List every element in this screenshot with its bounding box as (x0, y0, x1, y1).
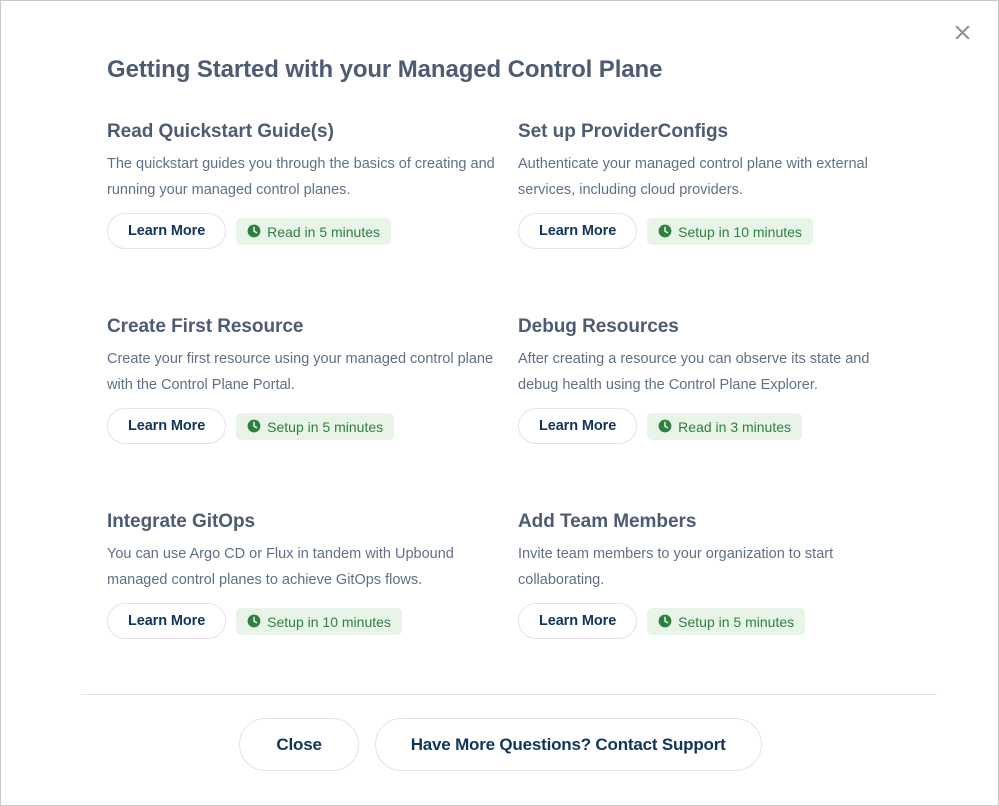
getting-started-modal: Getting Started with your Managed Contro… (0, 0, 999, 806)
card-actions: Learn More Setup in 10 minutes (107, 603, 500, 639)
card-actions: Learn More Read in 3 minutes (518, 408, 911, 444)
card-description: Invite team members to your organization… (518, 546, 834, 588)
card-actions: Learn More Read in 5 minutes (107, 213, 500, 249)
close-dialog-button[interactable] (948, 18, 976, 46)
clock-icon (247, 614, 261, 628)
clock-icon (247, 224, 261, 238)
dialog-footer: Close Have More Questions? Contact Suppo… (1, 718, 998, 771)
getting-started-card-grid: Read Quickstart Guide(s) The quickstart … (107, 119, 937, 704)
clock-icon (658, 224, 672, 238)
learn-more-button[interactable]: Learn More (518, 603, 638, 639)
card-description: After creating a resource you can observ… (518, 351, 870, 393)
card-actions: Learn More Setup in 5 minutes (107, 408, 500, 444)
duration-badge: Read in 5 minutes (236, 217, 392, 245)
page-title: Getting Started with your Managed Contro… (107, 56, 663, 83)
duration-badge: Setup in 10 minutes (647, 217, 813, 245)
getting-started-card: Read Quickstart Guide(s) The quickstart … (107, 119, 518, 314)
card-title: Integrate GitOps (107, 511, 256, 532)
close-x-icon (954, 24, 971, 41)
duration-badge: Setup in 5 minutes (236, 412, 395, 440)
card-description: Authenticate your managed control plane … (518, 156, 868, 198)
card-title: Set up ProviderConfigs (518, 121, 729, 142)
card-title: Debug Resources (518, 316, 679, 337)
duration-badge-label: Setup in 5 minutes (678, 613, 795, 630)
learn-more-button[interactable]: Learn More (518, 408, 638, 444)
duration-badge: Setup in 10 minutes (236, 607, 402, 635)
card-actions: Learn More Setup in 10 minutes (518, 213, 911, 249)
card-title: Add Team Members (518, 511, 697, 532)
getting-started-card: Add Team Members Invite team members to … (518, 509, 929, 704)
learn-more-button[interactable]: Learn More (518, 213, 638, 249)
duration-badge-label: Setup in 10 minutes (678, 223, 802, 240)
getting-started-card: Create First Resource Create your first … (107, 314, 518, 509)
duration-badge-label: Setup in 10 minutes (267, 613, 391, 630)
getting-started-card: Integrate GitOps You can use Argo CD or … (107, 509, 518, 704)
clock-icon (247, 419, 261, 433)
card-actions: Learn More Setup in 5 minutes (518, 603, 911, 639)
getting-started-card: Set up ProviderConfigs Authenticate your… (518, 119, 929, 314)
duration-badge-label: Setup in 5 minutes (267, 418, 384, 435)
card-title: Read Quickstart Guide(s) (107, 121, 334, 142)
close-button[interactable]: Close (239, 718, 359, 771)
card-description: Create your first resource using your ma… (107, 351, 494, 393)
card-description: You can use Argo CD or Flux in tandem wi… (107, 546, 454, 588)
duration-badge: Setup in 5 minutes (647, 607, 806, 635)
clock-icon (658, 614, 672, 628)
learn-more-button[interactable]: Learn More (107, 603, 227, 639)
duration-badge-label: Read in 5 minutes (267, 223, 381, 240)
learn-more-button[interactable]: Learn More (107, 408, 227, 444)
clock-icon (658, 419, 672, 433)
card-title: Create First Resource (107, 316, 304, 337)
duration-badge: Read in 3 minutes (647, 412, 803, 440)
getting-started-card: Debug Resources After creating a resourc… (518, 314, 929, 509)
card-description: The quickstart guides you through the ba… (107, 156, 495, 198)
learn-more-button[interactable]: Learn More (107, 213, 227, 249)
duration-badge-label: Read in 3 minutes (678, 418, 792, 435)
footer-divider (81, 694, 937, 695)
contact-support-button[interactable]: Have More Questions? Contact Support (374, 718, 762, 771)
